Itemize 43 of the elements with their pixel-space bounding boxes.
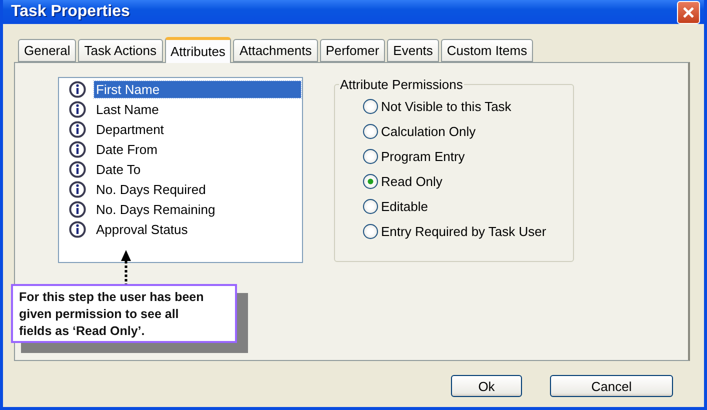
- radio-button[interactable]: [363, 149, 378, 164]
- radio-label[interactable]: Read Only: [381, 174, 442, 189]
- group-title: Attribute Permissions: [339, 77, 464, 92]
- info-icon: [69, 220, 86, 238]
- tab[interactable]: Events: [387, 39, 439, 62]
- tab[interactable]: Perfomer: [320, 39, 386, 62]
- info-icon: [69, 80, 86, 98]
- tab[interactable]: Custom Items: [440, 39, 534, 62]
- radio-button[interactable]: [363, 224, 378, 239]
- tab[interactable]: Attachments: [233, 39, 318, 62]
- info-icon: [69, 140, 86, 158]
- radio-label[interactable]: Program Entry: [381, 149, 465, 164]
- radio-button[interactable]: [363, 174, 378, 189]
- list-item[interactable]: Last Name: [94, 100, 161, 118]
- list-item[interactable]: First Name: [94, 80, 301, 98]
- cancel-button[interactable]: Cancel: [550, 375, 673, 397]
- pointer-arrow: [120, 249, 132, 285]
- radio-label[interactable]: Editable: [381, 199, 428, 214]
- window-title: Task Properties: [11, 3, 130, 21]
- list-item[interactable]: No. Days Required: [94, 180, 208, 198]
- ok-button[interactable]: Ok: [451, 375, 522, 397]
- radio-label[interactable]: Calculation Only: [381, 124, 476, 139]
- radio-button[interactable]: [363, 99, 378, 114]
- callout-note: For this step the user has been given permission to see all fields as ‘Read Only’.: [11, 284, 237, 343]
- tab[interactable]: Attributes: [164, 37, 232, 63]
- close-icon: [682, 6, 695, 18]
- list-item[interactable]: Department: [94, 120, 166, 138]
- close-button[interactable]: [677, 0, 700, 24]
- info-icon: [69, 160, 86, 178]
- info-icon: [69, 180, 86, 198]
- list-item[interactable]: Date From: [94, 140, 160, 158]
- list-item[interactable]: No. Days Remaining: [94, 200, 218, 218]
- info-icon: [69, 120, 86, 138]
- radio-label[interactable]: Not Visible to this Task: [381, 99, 512, 114]
- list-item[interactable]: Date To: [94, 160, 143, 178]
- tab[interactable]: General: [18, 39, 76, 62]
- radio-label[interactable]: Entry Required by Task User: [381, 224, 546, 239]
- info-icon: [69, 200, 86, 218]
- list-item[interactable]: Approval Status: [94, 220, 190, 238]
- radio-button[interactable]: [363, 199, 378, 214]
- info-icon: [69, 100, 86, 118]
- tab[interactable]: Task Actions: [78, 39, 163, 62]
- radio-button[interactable]: [363, 124, 378, 139]
